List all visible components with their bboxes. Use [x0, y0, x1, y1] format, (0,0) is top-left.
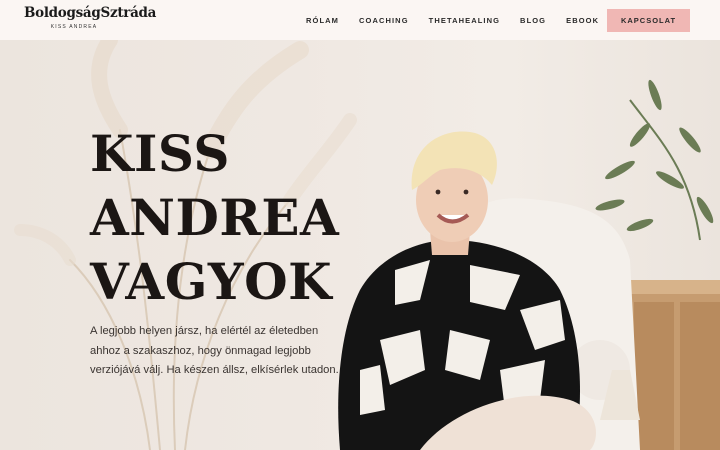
headline-line-3: VAGYOK	[90, 252, 333, 311]
contact-button[interactable]: KAPCSOLAT	[607, 9, 690, 32]
rattan-cabinet	[628, 280, 720, 450]
hero-headline: KISS ANDREA VAGYOK	[90, 122, 339, 314]
nav-item-rolam[interactable]: RÓLAM	[306, 16, 339, 25]
nav-item-blog[interactable]: BLOG	[520, 16, 546, 25]
logo-text: BoldogságSztráda	[24, 5, 157, 21]
headline-line-1: KISS	[90, 124, 230, 183]
main-nav: RÓLAM COACHING THETAHEALING BLOG EBOOK	[296, 0, 609, 40]
site-header: BoldogságSztráda KISS ANDREA RÓLAM COACH…	[0, 0, 720, 40]
headline-line-2: ANDREA	[90, 188, 340, 247]
nav-item-coaching[interactable]: COACHING	[359, 16, 409, 25]
nav-item-thetahealing[interactable]: THETAHEALING	[429, 16, 500, 25]
logo-subtitle: KISS ANDREA	[50, 24, 98, 30]
olive-branch	[595, 79, 714, 241]
hero-section: KISS ANDREA VAGYOK A legjobb helyen járs…	[0, 40, 720, 450]
nav-item-ebook[interactable]: EBOOK	[566, 16, 599, 25]
hero-tagline: A legjobb helyen jársz, ha elértél az él…	[90, 325, 339, 376]
person	[338, 131, 596, 450]
logo[interactable]: BoldogságSztráda KISS ANDREA	[24, 5, 157, 35]
